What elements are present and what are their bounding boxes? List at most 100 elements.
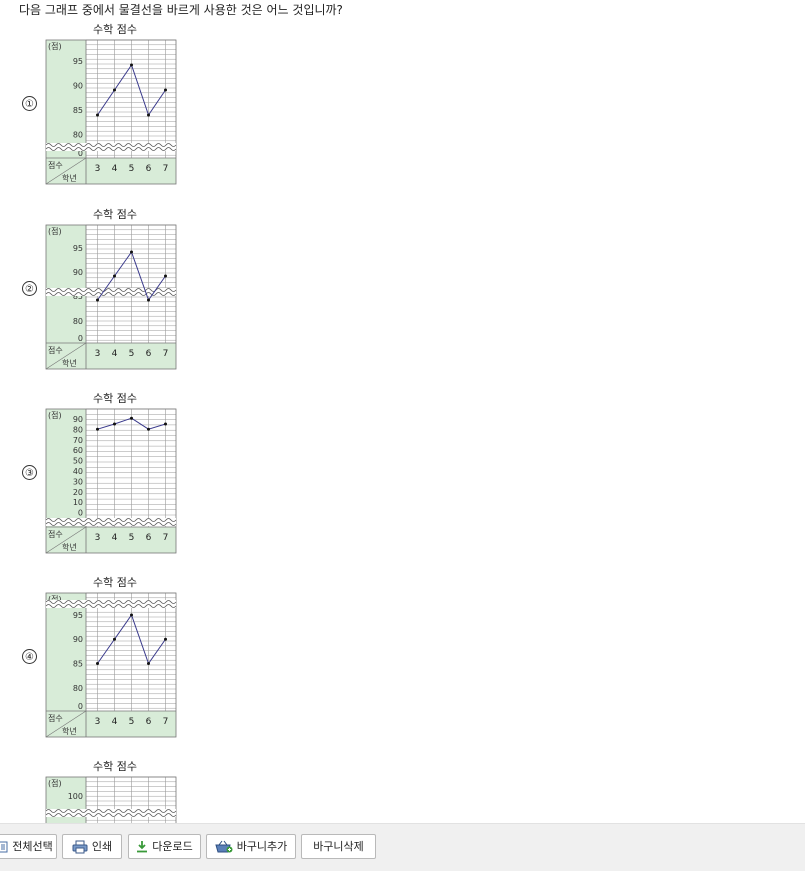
delete-basket-button[interactable]: 바구니삭제 bbox=[301, 834, 376, 859]
opt1-chart-title: 수학 점수 bbox=[93, 23, 137, 36]
opt3-ytick: 60 bbox=[73, 446, 83, 455]
opt3-ytick: 80 bbox=[73, 425, 83, 434]
opt4-ytick: 80 bbox=[73, 684, 83, 693]
opt3-xtick: 6 bbox=[146, 533, 152, 543]
option-2-number: ② bbox=[22, 281, 37, 296]
opt2-corner-bottom: 학년 bbox=[62, 358, 77, 368]
opt3-data-point bbox=[147, 427, 150, 431]
opt1-data-point bbox=[113, 88, 116, 92]
print-label: 인쇄 bbox=[91, 840, 113, 853]
opt1-xtick: 5 bbox=[129, 164, 135, 174]
opt2-ytick: 0 bbox=[78, 334, 83, 343]
opt3-data-point bbox=[130, 416, 133, 420]
opt1-data-point bbox=[130, 63, 133, 67]
opt2-y-unit: (점) bbox=[48, 226, 62, 236]
chart-option-5: 수학 점수 (점) 100 bbox=[45, 760, 177, 823]
opt3-ytick: 30 bbox=[73, 477, 83, 486]
opt4-ytick: 95 bbox=[73, 611, 83, 620]
opt3-corner-bottom: 학년 bbox=[62, 542, 77, 552]
opt1-ytick: 95 bbox=[73, 57, 83, 66]
delete-basket-label: 바구니삭제 bbox=[313, 840, 364, 853]
download-label: 다운로드 bbox=[152, 840, 193, 853]
chart-option-3: 수학 점수 (점) 9080 7060 504030 2010 0 점수학년 3 4 5 6 7 bbox=[45, 392, 177, 554]
opt1-corner-bottom: 학년 bbox=[62, 173, 77, 183]
opt3-data-point bbox=[96, 427, 99, 431]
opt2-ytick: 80 bbox=[73, 317, 83, 326]
opt4-data-point bbox=[164, 637, 167, 641]
opt3-data-point bbox=[113, 422, 116, 426]
opt1-data-point bbox=[96, 113, 99, 117]
opt4-ytick: 90 bbox=[73, 635, 83, 644]
opt5-ytick: 100 bbox=[68, 792, 83, 801]
opt3-xtick: 4 bbox=[112, 533, 118, 543]
opt4-data-point bbox=[113, 637, 116, 641]
opt4-xtick: 3 bbox=[95, 717, 101, 727]
option-4-number: ④ bbox=[22, 649, 37, 664]
checklist-icon bbox=[0, 841, 8, 852]
opt1-xtick: 7 bbox=[163, 164, 169, 174]
opt1-ytick: 80 bbox=[73, 131, 83, 140]
print-button[interactable]: 인쇄 bbox=[62, 834, 122, 859]
opt2-xtick: 5 bbox=[129, 349, 135, 359]
opt4-ytick: 85 bbox=[73, 660, 83, 669]
select-all-button[interactable]: 전체선택 bbox=[0, 834, 57, 859]
opt3-ytick: 0 bbox=[78, 509, 83, 518]
option-3-number: ③ bbox=[22, 465, 37, 480]
chart-option-1: 수학 점수(점)959085800점수학년3 4 5 6 7 bbox=[45, 23, 177, 185]
opt1-ytick: 85 bbox=[73, 106, 83, 115]
opt3-xtick: 7 bbox=[163, 533, 169, 543]
opt2-xtick: 6 bbox=[146, 349, 152, 359]
bottom-toolbar: 전체선택 인쇄 다운로드 바구니추가 바구니삭제 bbox=[0, 823, 805, 871]
opt3-ytick: 50 bbox=[73, 457, 83, 466]
opt1-xtick: 6 bbox=[146, 164, 152, 174]
opt2-ytick: 90 bbox=[73, 268, 83, 277]
opt4-xtick: 5 bbox=[129, 717, 135, 727]
opt4-chart-title: 수학 점수 bbox=[93, 576, 137, 589]
opt2-chart-title: 수학 점수 bbox=[93, 208, 137, 221]
opt2-xtick: 7 bbox=[163, 349, 169, 359]
opt4-data-point bbox=[96, 662, 99, 665]
opt2-data-point bbox=[113, 274, 116, 278]
opt3-corner-top: 점수 bbox=[48, 529, 63, 539]
opt3-ytick: 90 bbox=[73, 415, 83, 424]
chart-option-2: 수학 점수(점)959085800점수학년3 4 5 6 7 bbox=[45, 208, 177, 370]
opt1-corner-top: 점수 bbox=[48, 160, 63, 170]
select-all-label: 전체선택 bbox=[12, 840, 53, 853]
opt2-xtick: 3 bbox=[95, 349, 101, 359]
opt1-y-unit: (점) bbox=[48, 41, 62, 51]
opt1-xtick: 3 bbox=[95, 164, 101, 174]
opt2-data-point bbox=[130, 250, 133, 254]
opt4-xtick: 6 bbox=[146, 717, 152, 727]
opt5-y-unit: (점) bbox=[48, 778, 62, 788]
opt3-xtick: 3 bbox=[95, 533, 101, 543]
download-button[interactable]: 다운로드 bbox=[128, 834, 201, 859]
option-1-number: ① bbox=[22, 96, 37, 111]
opt3-ytick: 70 bbox=[73, 436, 83, 445]
download-icon bbox=[137, 841, 148, 853]
opt3-data-point bbox=[164, 422, 167, 426]
opt2-data-point bbox=[147, 298, 150, 302]
opt2-xtick: 4 bbox=[112, 349, 118, 359]
opt4-corner-top: 점수 bbox=[48, 713, 63, 723]
opt1-data-point bbox=[147, 113, 150, 117]
opt4-data-point bbox=[130, 613, 133, 617]
add-basket-button[interactable]: 바구니추가 bbox=[206, 834, 296, 859]
opt3-y-unit: (점) bbox=[48, 410, 62, 420]
opt3-xtick: 5 bbox=[129, 533, 135, 543]
printer-icon bbox=[72, 840, 88, 853]
chart-option-4: 수학 점수(점)959085800점수학년3 4 5 6 7 bbox=[45, 576, 177, 738]
opt3-ytick: 40 bbox=[73, 467, 83, 476]
opt4-data-point bbox=[147, 662, 150, 665]
question-text: 다음 그래프 중에서 물결선을 바르게 사용한 것은 어느 것입니까? bbox=[19, 3, 343, 17]
opt3-ytick: 20 bbox=[73, 488, 83, 497]
opt2-data-point bbox=[164, 274, 167, 278]
opt1-ytick: 90 bbox=[73, 82, 83, 91]
opt1-data-point bbox=[164, 88, 167, 92]
opt4-ytick: 0 bbox=[78, 702, 83, 711]
opt4-xtick: 4 bbox=[112, 717, 118, 727]
opt3-ytick: 10 bbox=[73, 498, 83, 507]
opt2-corner-top: 점수 bbox=[48, 345, 63, 355]
opt3-chart-title: 수학 점수 bbox=[93, 392, 137, 405]
opt4-corner-bottom: 학년 bbox=[62, 726, 77, 736]
opt4-xtick: 7 bbox=[163, 717, 169, 727]
